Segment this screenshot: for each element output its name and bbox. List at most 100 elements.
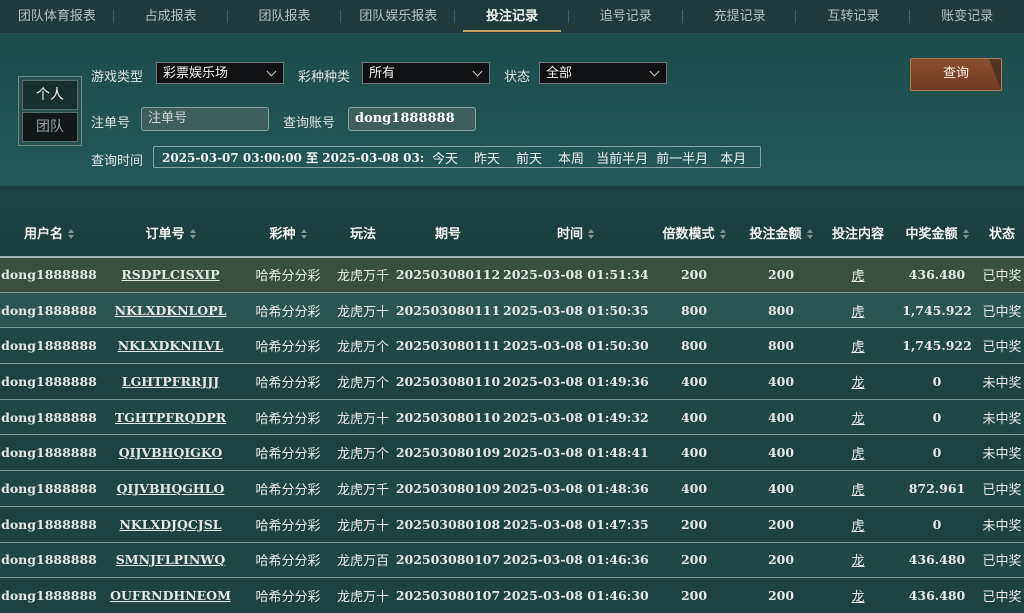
header-username[interactable]: 用户名 — [0, 223, 98, 242]
quick-current-half-month[interactable]: 当前半月 — [592, 148, 652, 167]
cell-bet-content[interactable]: 龙 — [822, 550, 894, 569]
cell-issue: 202503080109 — [395, 445, 501, 461]
table-row: dong1888888 QIJVBHQGHLO 哈希分分彩 龙虎万千 20250… — [0, 470, 1024, 506]
status-value: 全部 — [546, 66, 573, 81]
query-account-input[interactable]: dong1888888 — [348, 107, 476, 131]
quick-previous-half-month[interactable]: 前一半月 — [652, 148, 712, 167]
tab-account-change-records[interactable]: 账变记录 — [910, 0, 1024, 33]
cell-play-method: 龙虎万个 — [336, 375, 389, 391]
sort-icon — [719, 229, 726, 239]
tab-team-entertainment-report[interactable]: 团队娱乐报表 — [341, 0, 455, 33]
header-order-number[interactable]: 订单号 — [98, 223, 243, 242]
cell-bet-content[interactable]: 龙 — [822, 408, 894, 427]
cell-status: 已中奖 — [982, 269, 1022, 285]
cell-time: 2025-03-08 01:46:36 — [503, 552, 648, 568]
cell-order-link[interactable]: QIJVBHQIGKO — [98, 445, 243, 460]
header-play-method: 玩法 — [333, 223, 393, 242]
quick-today[interactable]: 今天 — [424, 148, 466, 167]
game-type-select[interactable]: 彩票娱乐场 — [156, 62, 284, 84]
cell-lottery: 哈希分分彩 — [255, 269, 321, 285]
query-account-label: 查询账号 — [283, 116, 336, 131]
table-row: dong1888888 NKLXDKNILVL 哈希分分彩 龙虎万个 20250… — [0, 327, 1024, 364]
header-label: 倍数模式 — [662, 226, 715, 242]
lottery-type-value: 所有 — [369, 66, 396, 81]
cell-multiplier: 400 — [680, 445, 708, 461]
cell-status: 已中奖 — [982, 590, 1022, 606]
cell-order-link[interactable]: RSDPLCISXIP — [98, 267, 243, 282]
cell-status: 未中奖 — [982, 447, 1022, 463]
cell-bet-content[interactable]: 龙 — [822, 372, 894, 391]
cell-multiplier: 400 — [680, 373, 708, 389]
cell-order-link[interactable]: TGHTPFRQDPR — [98, 410, 243, 425]
header-time[interactable]: 时间 — [503, 223, 648, 242]
cell-bet-content[interactable]: 虎 — [822, 479, 894, 498]
cell-order-link[interactable]: OUFRNDHNEOM — [98, 588, 243, 603]
header-lottery[interactable]: 彩种 — [243, 223, 333, 242]
header-bet-amount[interactable]: 投注金额 — [740, 223, 822, 242]
cell-issue: 202503080108 — [395, 516, 501, 532]
header-label: 投注内容 — [831, 226, 884, 242]
cell-win-amount: 0 — [932, 373, 942, 389]
tab-transfer-records[interactable]: 互转记录 — [796, 0, 911, 33]
cell-time: 2025-03-08 01:49:36 — [503, 373, 648, 389]
cell-status: 已中奖 — [982, 482, 1022, 498]
table-row: dong1888888 TGHTPFRQDPR 哈希分分彩 龙虎万十 20250… — [0, 398, 1024, 435]
cell-username: dong1888888 — [1, 516, 97, 532]
header-label: 状态 — [988, 226, 1015, 242]
cell-bet-content[interactable]: 虎 — [822, 443, 894, 462]
query-button[interactable]: 查询 — [910, 58, 1002, 91]
header-label: 彩种 — [269, 226, 296, 242]
cell-order-link[interactable]: NKLXDKNLOPL — [98, 303, 243, 318]
lottery-type-label: 彩种种类 — [298, 70, 351, 85]
tab-team-report[interactable]: 团队报表 — [228, 0, 342, 33]
cell-bet-amount: 400 — [767, 373, 795, 389]
cell-order-link[interactable]: QIJVBHQGHLO — [98, 481, 243, 496]
quick-day-before[interactable]: 前天 — [508, 148, 550, 167]
cell-username: dong1888888 — [1, 373, 97, 389]
header-label: 时间 — [556, 226, 583, 242]
cell-order-link[interactable]: NKLXDJQCJSL — [98, 517, 243, 532]
header-win-amount[interactable]: 中奖金额 — [894, 223, 980, 242]
cell-order-link[interactable]: SMNJFLPINWQ — [98, 552, 243, 567]
tab-deposit-withdraw-records[interactable]: 充提记录 — [683, 0, 797, 33]
cell-bet-amount: 200 — [767, 516, 795, 532]
cell-bet-content[interactable]: 虎 — [822, 301, 894, 320]
quick-yesterday[interactable]: 昨天 — [466, 148, 508, 167]
header-label: 投注金额 — [749, 226, 802, 242]
quick-this-week[interactable]: 本周 — [550, 148, 592, 167]
cell-time: 2025-03-08 01:46:30 — [503, 588, 648, 604]
tab-bet-records[interactable]: 投注记录 — [455, 0, 569, 33]
team-button[interactable]: 团队 — [22, 112, 78, 142]
table-row: dong1888888 RSDPLCISXIP 哈希分分彩 龙虎万千 20250… — [0, 256, 1024, 292]
tab-chase-records[interactable]: 追号记录 — [569, 0, 683, 33]
cell-username: dong1888888 — [1, 445, 97, 461]
cell-play-method: 龙虎万千 — [336, 269, 389, 285]
tab-team-sports-report[interactable]: 团队体育报表 — [0, 0, 114, 33]
quick-this-month[interactable]: 本月 — [712, 148, 754, 167]
cell-bet-content[interactable]: 虎 — [822, 265, 894, 284]
time-range-input[interactable]: 2025-03-07 03:00:00 至 2025-03-08 03:00:0 — [154, 149, 424, 166]
header-label: 期号 — [434, 226, 461, 242]
cell-order-link[interactable]: NKLXDKNILVL — [98, 338, 243, 353]
header-multiplier[interactable]: 倍数模式 — [648, 223, 740, 242]
cell-bet-amount: 200 — [767, 588, 795, 604]
cell-bet-content[interactable]: 虎 — [822, 336, 894, 355]
order-number-input[interactable]: 注单号 — [141, 107, 269, 131]
sort-icon — [189, 229, 196, 239]
cell-bet-amount: 200 — [767, 552, 795, 568]
cell-multiplier: 200 — [680, 552, 708, 568]
cell-bet-content[interactable]: 龙 — [822, 586, 894, 605]
scope-toggle: 个人 团队 — [18, 76, 82, 146]
status-select[interactable]: 全部 — [539, 62, 667, 84]
sort-icon — [588, 229, 594, 239]
cell-time: 2025-03-08 01:51:34 — [503, 267, 648, 283]
cell-play-method: 龙虎万个 — [336, 340, 389, 356]
lottery-type-select[interactable]: 所有 — [362, 62, 490, 84]
cell-bet-content[interactable]: 虎 — [822, 515, 894, 534]
cell-status: 已中奖 — [982, 304, 1022, 320]
cell-multiplier: 400 — [680, 480, 708, 496]
tab-share-report[interactable]: 占成报表 — [114, 0, 228, 33]
status-label: 状态 — [504, 70, 531, 85]
cell-order-link[interactable]: LGHTPFRRJJJ — [98, 374, 243, 389]
personal-button[interactable]: 个人 — [22, 80, 78, 110]
